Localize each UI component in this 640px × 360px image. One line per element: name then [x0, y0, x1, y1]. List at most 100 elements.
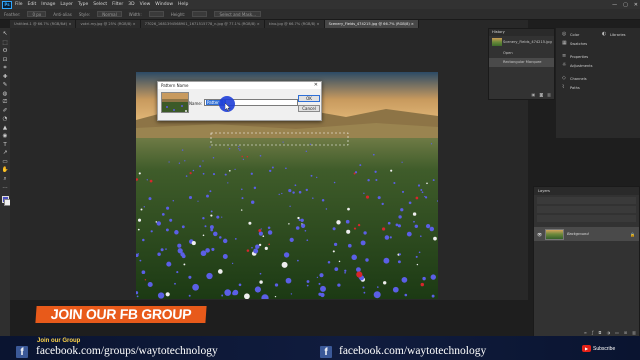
- flower: [177, 243, 182, 248]
- blend-mode-bar[interactable]: [537, 206, 636, 213]
- link-icon[interactable]: ∞: [584, 330, 587, 335]
- eraser-tool-icon[interactable]: ◔: [1, 115, 9, 123]
- dodge-tool-icon[interactable]: ◉: [1, 132, 9, 140]
- trash-icon[interactable]: ▥: [547, 92, 551, 97]
- subscribe-button[interactable]: ▶ Subscribe: [582, 345, 615, 352]
- minimize-icon[interactable]: —: [612, 2, 617, 8]
- quick-select-tool-icon[interactable]: ⊡: [1, 56, 9, 64]
- maximize-icon[interactable]: ▢: [623, 2, 628, 8]
- layer-background[interactable]: 👁 Background 🔒: [534, 227, 639, 241]
- adjustment-layer-icon[interactable]: ◑: [607, 330, 611, 335]
- flower: [168, 161, 170, 163]
- feather-input[interactable]: 0 px: [27, 11, 47, 17]
- select-and-mask-button[interactable]: Select and Mask...: [214, 11, 261, 17]
- layer-filter-bar[interactable]: [537, 197, 636, 204]
- stamp-tool-icon[interactable]: ⎚: [1, 98, 9, 106]
- flower: [360, 240, 366, 246]
- flower: [255, 244, 260, 249]
- menu-file[interactable]: File: [15, 2, 23, 7]
- flower: [274, 283, 279, 287]
- lock-bar[interactable]: [537, 215, 636, 222]
- visibility-eye-icon[interactable]: 👁: [537, 232, 542, 237]
- cancel-button[interactable]: Cancel: [298, 105, 320, 112]
- height-input[interactable]: [192, 11, 208, 17]
- move-tool-icon[interactable]: ↖: [1, 30, 9, 38]
- panel-channels[interactable]: ◇ Channels: [562, 76, 587, 81]
- mask-icon[interactable]: ◘: [598, 330, 601, 335]
- anti-alias-checkbox[interactable]: Anti-alias: [53, 12, 72, 17]
- close-icon[interactable]: ✕: [314, 82, 318, 89]
- flower: [209, 225, 214, 230]
- flower: [149, 179, 153, 183]
- tab-kino[interactable]: kino.jpg @ 66.7% (RGB/8) ×: [264, 20, 325, 28]
- menu-edit[interactable]: Edit: [28, 2, 37, 7]
- style-select[interactable]: Normal: [97, 11, 122, 17]
- panel-swatches[interactable]: ▦ Swatches: [562, 41, 587, 46]
- shape-tool-icon[interactable]: ▭: [1, 158, 9, 166]
- type-tool-icon[interactable]: T: [1, 141, 9, 149]
- menu-window[interactable]: Window: [155, 2, 173, 7]
- flower: [222, 238, 228, 244]
- history-item-open[interactable]: Open: [489, 49, 554, 58]
- zoom-tool-icon[interactable]: ⌕: [1, 175, 9, 183]
- menu-help[interactable]: Help: [178, 2, 188, 7]
- panel-color[interactable]: ◎ Color: [562, 32, 579, 37]
- hand-tool-icon[interactable]: ✋: [1, 166, 9, 174]
- camera-icon[interactable]: ◙: [539, 92, 543, 97]
- flower: [387, 221, 391, 225]
- flower: [381, 202, 384, 206]
- lasso-tool-icon[interactable]: ʘ: [1, 47, 9, 55]
- marquee-tool-icon[interactable]: ⬚: [1, 39, 9, 47]
- tab-77026[interactable]: 77026_1681394568901_1671515778_n.jpg @ 7…: [140, 20, 265, 28]
- healing-tool-icon[interactable]: ✎: [1, 81, 9, 89]
- tab-vokri[interactable]: vokri-my.jpg @ 25% (RGB/8) ×: [76, 20, 141, 28]
- close-window-icon[interactable]: ✕: [634, 2, 638, 8]
- tab-scenery-fields[interactable]: Scenery_Fields_474215.jpg @ 66.7% (RGB/8…: [324, 20, 419, 28]
- history-item-marquee[interactable]: Rectangular Marquee: [489, 58, 554, 67]
- brush-tool-icon[interactable]: ◍: [1, 90, 9, 98]
- menu-select[interactable]: Select: [93, 2, 107, 7]
- flower: [157, 252, 161, 256]
- menu-view[interactable]: View: [140, 2, 151, 7]
- flower: [297, 259, 299, 262]
- eyedropper-tool-icon[interactable]: ✚: [1, 73, 9, 81]
- ok-button[interactable]: OK: [298, 95, 320, 102]
- more-tools-icon[interactable]: …: [1, 183, 9, 191]
- menu-3d[interactable]: 3D: [128, 2, 134, 7]
- crop-tool-icon[interactable]: ⌗: [1, 64, 9, 72]
- gradient-tool-icon[interactable]: ▲: [1, 124, 9, 132]
- panel-paths[interactable]: ⌇ Paths: [562, 85, 580, 90]
- flower: [137, 228, 140, 231]
- tab-untitled[interactable]: Untitled-1 @ 66.7% (RGB/8#) ×: [10, 20, 77, 28]
- flower: [188, 275, 192, 279]
- panel-libraries[interactable]: ◐ Libraries: [602, 32, 626, 37]
- join-our-group-text: Join our Group: [37, 338, 81, 344]
- panel-adjustments[interactable]: ☼ Adjustments: [562, 63, 593, 68]
- flower: [344, 269, 347, 272]
- flower: [288, 189, 292, 193]
- flower: [165, 248, 167, 250]
- group-url[interactable]: facebook.com/groups/waytotechnology: [36, 345, 218, 357]
- new-document-icon[interactable]: ▣: [532, 92, 536, 97]
- flower: [338, 260, 341, 263]
- document-tabs: Untitled-1 @ 66.7% (RGB/8#) × vokri-my.j…: [10, 20, 528, 28]
- panel-properties[interactable]: ≡ Properties: [562, 54, 588, 59]
- flower: [309, 143, 312, 145]
- menu-filter[interactable]: Filter: [112, 2, 123, 7]
- menu-type[interactable]: Type: [78, 2, 88, 7]
- menu-image[interactable]: Image: [41, 2, 55, 7]
- menu-layer[interactable]: Layer: [60, 2, 73, 7]
- flower: [258, 229, 262, 233]
- history-brush-tool-icon[interactable]: ✐: [1, 107, 9, 115]
- page-url[interactable]: facebook.com/waytotechnology: [339, 345, 486, 357]
- new-layer-icon[interactable]: ⊞: [624, 330, 627, 335]
- flower: [292, 191, 295, 194]
- folder-icon[interactable]: ▭: [615, 330, 619, 335]
- trash-icon[interactable]: ▥: [632, 330, 636, 335]
- path-select-tool-icon[interactable]: ↗: [1, 149, 9, 157]
- flower: [393, 181, 396, 185]
- width-input[interactable]: [148, 11, 164, 17]
- fx-icon[interactable]: ƒ: [592, 330, 593, 335]
- menu-bar: Ps File Edit Image Layer Type Select Fil…: [0, 0, 640, 9]
- history-snapshot[interactable]: Scenery_Fields_474215.jpg: [489, 36, 554, 49]
